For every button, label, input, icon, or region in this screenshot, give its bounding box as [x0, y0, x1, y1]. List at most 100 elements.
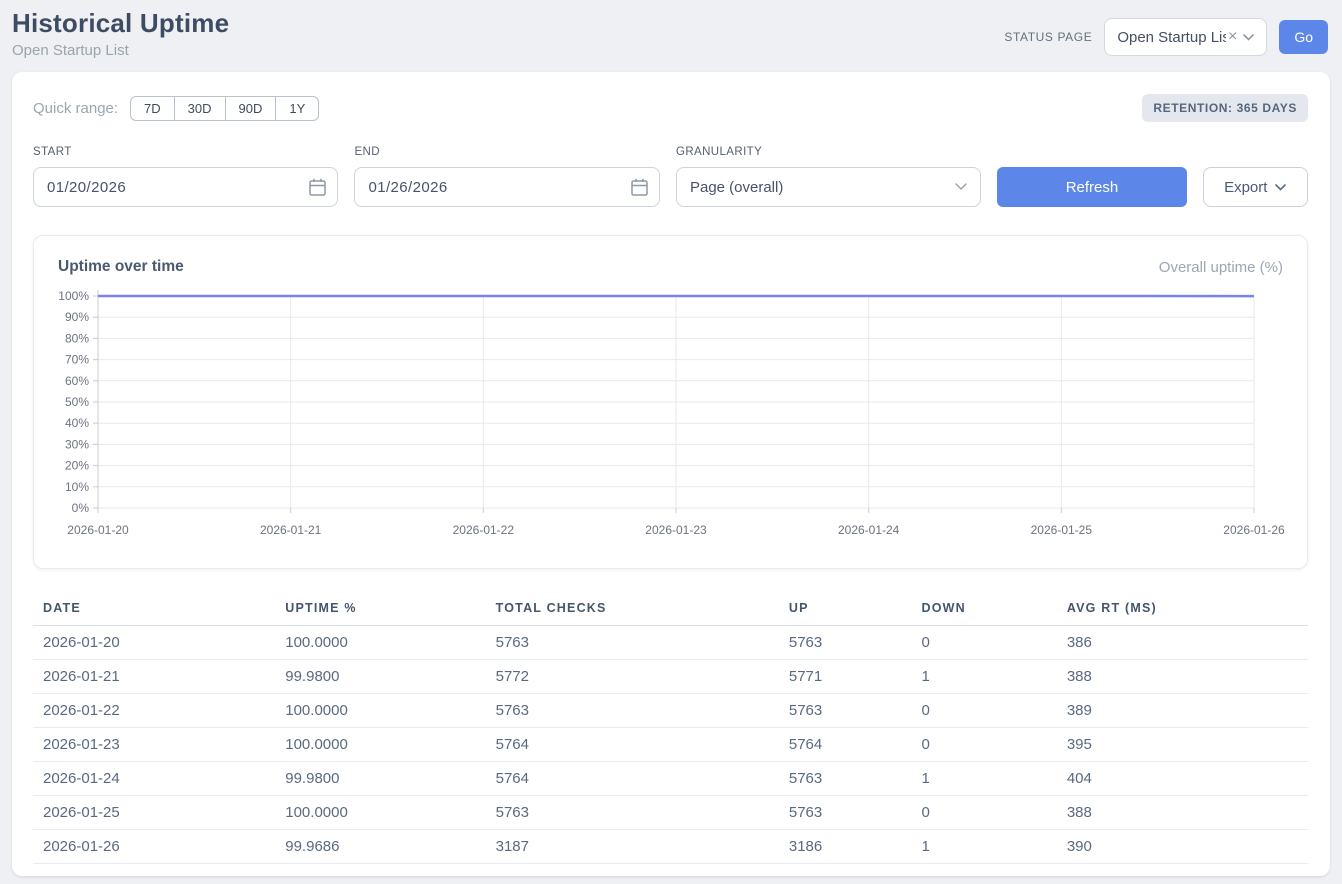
retention-badge: RETENTION: 365 DAYS	[1142, 94, 1308, 122]
table-row: 2026-01-20100.0000576357630386	[33, 626, 1308, 660]
quick-range-1y[interactable]: 1Y	[275, 96, 319, 121]
quick-range-90d[interactable]: 90D	[225, 96, 277, 121]
quick-range-row: Quick range: 7D30D90D1Y RETENTION: 365 D…	[33, 94, 1308, 122]
quick-range-group: 7D30D90D1Y	[130, 96, 319, 121]
start-date-label: START	[33, 146, 338, 158]
svg-text:20%: 20%	[65, 459, 89, 473]
granularity-label: GRANULARITY	[676, 146, 981, 158]
uptime-table: DATEUPTIME %TOTAL CHECKSUPDOWNAVG RT (MS…	[33, 593, 1308, 864]
export-button[interactable]: Export	[1203, 167, 1308, 207]
table-cell: 389	[1057, 694, 1308, 728]
svg-text:100%: 100%	[58, 289, 89, 303]
quick-range-7d[interactable]: 7D	[130, 96, 175, 121]
end-date-label: END	[354, 146, 659, 158]
page-title: Historical Uptime	[12, 8, 229, 39]
clear-icon[interactable]: ×	[1228, 29, 1237, 45]
quick-range-30d[interactable]: 30D	[174, 96, 226, 121]
table-cell: 5764	[486, 762, 779, 796]
chart-title: Uptime over time	[58, 258, 184, 276]
table-cell: 1	[911, 830, 1056, 864]
granularity-field: GRANULARITY Page (overall)	[676, 146, 981, 207]
table-cell: 100.0000	[275, 694, 485, 728]
table-cell: 5763	[779, 694, 912, 728]
table-cell: 100.0000	[275, 796, 485, 830]
col-header-up: UP	[779, 593, 912, 626]
end-date-field: END	[354, 146, 659, 207]
col-header-date: DATE	[33, 593, 275, 626]
table-cell: 5763	[779, 762, 912, 796]
table-cell: 1	[911, 660, 1056, 694]
start-date-field: START	[33, 146, 338, 207]
refresh-button[interactable]: Refresh	[997, 167, 1186, 207]
col-header-total-checks: TOTAL CHECKS	[486, 593, 779, 626]
table-cell: 99.9800	[275, 660, 485, 694]
table-row: 2026-01-2499.9800576457631404	[33, 762, 1308, 796]
table-cell: 5764	[486, 728, 779, 762]
table-cell: 5763	[486, 796, 779, 830]
svg-text:70%: 70%	[65, 353, 89, 367]
table-cell: 5772	[486, 660, 779, 694]
svg-text:50%: 50%	[65, 395, 89, 409]
chevron-down-icon	[955, 183, 967, 191]
table-cell: 404	[1057, 762, 1308, 796]
table-row: 2026-01-2199.9800577257711388	[33, 660, 1308, 694]
svg-text:2026-01-24: 2026-01-24	[838, 523, 900, 537]
table-cell: 2026-01-25	[33, 796, 275, 830]
col-header-down: DOWN	[911, 593, 1056, 626]
filter-fields-row: START END GRANULARITY Page (overall) Ref…	[33, 146, 1308, 207]
granularity-selected-value: Page (overall)	[690, 179, 783, 196]
status-page-select[interactable]: Open Startup List ×	[1104, 18, 1267, 56]
chart-legend: Overall uptime (%)	[1159, 259, 1283, 276]
table-cell: 390	[1057, 830, 1308, 864]
table-cell: 100.0000	[275, 728, 485, 762]
uptime-line-chart: 0%10%20%30%40%50%60%70%80%90%100%2026-01…	[58, 288, 1284, 546]
main-panel: Quick range: 7D30D90D1Y RETENTION: 365 D…	[12, 72, 1330, 876]
table-cell: 0	[911, 728, 1056, 762]
svg-text:30%: 30%	[65, 437, 89, 451]
table-cell: 5764	[779, 728, 912, 762]
table-row: 2026-01-25100.0000576357630388	[33, 796, 1308, 830]
table-cell: 2026-01-26	[33, 830, 275, 864]
uptime-chart-card: Uptime over time Overall uptime (%) 0% 10…	[33, 235, 1308, 569]
table-header-row: DATEUPTIME %TOTAL CHECKSUPDOWNAVG RT (MS…	[33, 593, 1308, 626]
table-cell: 5763	[486, 694, 779, 728]
table-cell: 2026-01-20	[33, 626, 275, 660]
table-cell: 395	[1057, 728, 1308, 762]
table-cell: 5763	[486, 626, 779, 660]
end-date-input[interactable]	[354, 167, 659, 207]
page-subtitle: Open Startup List	[12, 42, 229, 59]
start-date-input[interactable]	[33, 167, 338, 207]
table-cell: 99.9800	[275, 762, 485, 796]
svg-text:2026-01-23: 2026-01-23	[645, 523, 707, 537]
status-page-controls: STATUS PAGE Open Startup List × Go	[1004, 18, 1328, 56]
table-cell: 388	[1057, 660, 1308, 694]
quick-range-label: Quick range:	[33, 100, 118, 117]
table-cell: 1	[911, 762, 1056, 796]
chevron-down-icon	[1275, 184, 1286, 191]
table-row: 2026-01-2699.9686318731861390	[33, 830, 1308, 864]
table-row: 2026-01-22100.0000576357630389	[33, 694, 1308, 728]
col-header-uptime: UPTIME %	[275, 593, 485, 626]
granularity-select[interactable]: Page (overall)	[676, 167, 981, 207]
svg-text:0%: 0%	[72, 501, 90, 515]
table-cell: 2026-01-23	[33, 728, 275, 762]
table-cell: 3187	[486, 830, 779, 864]
chart-header: Uptime over time Overall uptime (%)	[58, 258, 1283, 276]
go-button[interactable]: Go	[1279, 20, 1328, 54]
table-cell: 2026-01-21	[33, 660, 275, 694]
table-cell: 388	[1057, 796, 1308, 830]
status-page-selected-value: Open Startup List	[1117, 29, 1226, 46]
col-header-avg-rt-ms: AVG RT (MS)	[1057, 593, 1308, 626]
svg-text:80%: 80%	[65, 331, 89, 345]
table-cell: 386	[1057, 626, 1308, 660]
svg-text:90%: 90%	[65, 310, 89, 324]
table-cell: 0	[911, 796, 1056, 830]
table-cell: 3186	[779, 830, 912, 864]
table-cell: 5771	[779, 660, 912, 694]
svg-text:10%: 10%	[65, 480, 89, 494]
status-page-label: STATUS PAGE	[1004, 30, 1092, 44]
table-cell: 0	[911, 626, 1056, 660]
svg-text:2026-01-20: 2026-01-20	[67, 523, 129, 537]
table-cell: 5763	[779, 626, 912, 660]
table-row: 2026-01-23100.0000576457640395	[33, 728, 1308, 762]
